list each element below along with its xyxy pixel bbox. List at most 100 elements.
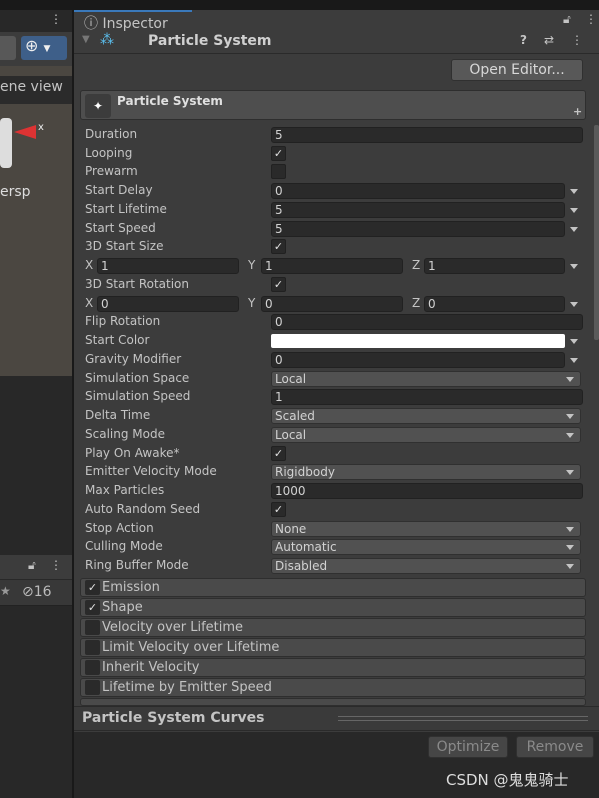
module-checkbox[interactable] xyxy=(85,640,100,655)
dropdown[interactable]: None xyxy=(271,520,581,537)
vector-y-field[interactable]: 1 xyxy=(261,258,403,275)
optimize-button[interactable]: Optimize xyxy=(428,736,508,758)
module-lifetime-by-emitter-speed[interactable]: Lifetime by Emitter Speed xyxy=(80,678,586,697)
open-editor-button[interactable]: Open Editor... xyxy=(451,59,583,81)
checkbox[interactable]: ✓ xyxy=(271,445,286,461)
dropdown[interactable]: Local xyxy=(271,370,581,387)
vector-z-field[interactable]: 1 xyxy=(424,258,565,275)
gizmo-toggle-button[interactable]: ⊕ ▼ xyxy=(21,36,67,60)
field-label: Start Color xyxy=(85,333,150,348)
curve-dropdown-icon[interactable] xyxy=(570,226,578,232)
more-menu-icon[interactable]: ⋮ xyxy=(50,12,62,26)
field-label: Gravity Modifier xyxy=(85,351,182,366)
module-emission[interactable]: ✓ Emission xyxy=(80,578,586,597)
module-title: Particle System xyxy=(117,94,223,108)
gizmo-cube[interactable] xyxy=(0,118,12,168)
scene-tab-bar: ⋮ xyxy=(0,10,72,32)
more-menu-icon[interactable]: ⋮ xyxy=(571,33,583,47)
more-menu-icon[interactable]: ⋮ xyxy=(585,12,597,26)
dropdown[interactable]: Scaled xyxy=(271,408,581,425)
vector-y-field[interactable]: 0 xyxy=(261,295,403,312)
drag-handle[interactable] xyxy=(338,716,588,721)
module-checkbox[interactable]: ✓ xyxy=(85,600,100,615)
module-label: Inherit Velocity xyxy=(102,660,200,675)
star-icon[interactable]: ★ xyxy=(0,584,11,598)
scrollbar-thumb[interactable] xyxy=(594,125,599,340)
curve-dropdown-icon[interactable] xyxy=(570,207,578,213)
dropdown[interactable]: Disabled xyxy=(271,558,581,575)
hidden-count[interactable]: ⊘16 xyxy=(22,584,52,600)
vector-z-field[interactable]: 0 xyxy=(424,295,565,312)
more-menu-icon[interactable]: ⋮ xyxy=(50,558,62,572)
main-module-header[interactable]: ✦ Particle System + xyxy=(80,90,586,120)
chevron-down-icon xyxy=(566,564,574,570)
lock-icon[interactable]: 🔓︎ xyxy=(28,558,36,573)
checkbox[interactable]: ✓ xyxy=(271,276,286,292)
number-field[interactable]: 5 xyxy=(271,220,565,237)
axis-label-y: Y xyxy=(248,295,256,310)
hierarchy-toolbar: ★ ⊘16 xyxy=(0,580,72,606)
module-inherit-velocity[interactable]: Inherit Velocity xyxy=(80,658,586,677)
module-velocity-over-lifetime[interactable]: Velocity over Lifetime xyxy=(80,618,586,637)
module-checkbox[interactable] xyxy=(85,620,100,635)
help-icon[interactable]: ? xyxy=(520,33,527,47)
module-checkbox[interactable] xyxy=(85,660,100,675)
module-checkbox[interactable] xyxy=(85,680,100,695)
module-partial[interactable] xyxy=(80,698,586,706)
module-label: Shape xyxy=(102,600,143,615)
dropdown[interactable]: Automatic xyxy=(271,539,581,556)
presets-icon[interactable]: ⇄ xyxy=(544,33,554,47)
curve-dropdown-icon[interactable] xyxy=(570,339,578,345)
color-swatch[interactable] xyxy=(271,334,565,349)
chevron-down-icon xyxy=(566,470,574,476)
curves-header[interactable]: Particle System Curves xyxy=(74,706,599,731)
checkbox[interactable] xyxy=(271,164,286,180)
curve-dropdown-icon[interactable] xyxy=(570,357,578,363)
field-label: Max Particles xyxy=(85,483,165,498)
field-label: 3D Start Size xyxy=(85,239,164,254)
module-shape[interactable]: ✓ Shape xyxy=(80,598,586,617)
vector-x-field[interactable]: 0 xyxy=(97,295,239,312)
watermark: CSDN @鬼鬼骑士 xyxy=(446,771,569,789)
axis-x-cone-icon[interactable] xyxy=(14,125,36,139)
text-field[interactable]: 5 xyxy=(271,127,583,143)
persp-label[interactable]: ersp xyxy=(0,184,31,200)
checkbox[interactable]: ✓ xyxy=(271,145,286,161)
number-field[interactable]: 0 xyxy=(271,351,565,368)
add-icon[interactable]: + xyxy=(573,105,582,118)
scene-view[interactable]: ene view x ersp xyxy=(0,66,72,376)
module-checkbox[interactable]: ✓ xyxy=(85,580,100,595)
vector-x-field[interactable]: 1 xyxy=(97,258,239,275)
hidden-count-value: 16 xyxy=(33,584,52,600)
lock-icon[interactable]: 🔓︎ xyxy=(563,12,571,27)
module-label: Lifetime by Emitter Speed xyxy=(102,680,272,695)
curve-dropdown-icon[interactable] xyxy=(570,264,578,270)
module-label: Velocity over Lifetime xyxy=(102,620,244,635)
component-title: Particle System xyxy=(148,33,272,49)
field-label: Play On Awake* xyxy=(85,445,180,460)
field-label: 3D Start Rotation xyxy=(85,276,190,291)
checkbox[interactable]: ✓ xyxy=(271,239,286,255)
checkbox[interactable]: ✓ xyxy=(271,501,286,517)
module-limit-velocity-over-lifetime[interactable]: Limit Velocity over Lifetime xyxy=(80,638,586,657)
number-field[interactable]: 5 xyxy=(271,201,565,218)
module-label: Emission xyxy=(102,580,160,595)
text-field[interactable]: 1 xyxy=(271,389,583,406)
curves-title: Particle System Curves xyxy=(82,710,265,726)
dropdown[interactable]: Local xyxy=(271,426,581,443)
text-field[interactable]: 0 xyxy=(271,314,583,331)
curve-dropdown-icon[interactable] xyxy=(570,189,578,195)
field-label: Prewarm xyxy=(85,164,138,179)
dropdown[interactable]: Rigidbody xyxy=(271,464,581,481)
toolbar-dropdown[interactable] xyxy=(0,36,16,60)
component-header[interactable]: ▼ ⁂ Particle System ? ⇄ ⋮ xyxy=(74,32,599,54)
chevron-down-icon xyxy=(566,526,574,532)
text-field[interactable]: 1000 xyxy=(271,483,583,500)
remove-button[interactable]: Remove xyxy=(516,736,594,758)
sparkle-icon: ✦ xyxy=(85,94,111,118)
axis-label-z: Z xyxy=(412,258,421,273)
tab-inspector[interactable]: ⓘ Inspector xyxy=(74,10,192,32)
curve-dropdown-icon[interactable] xyxy=(570,301,578,307)
number-field[interactable]: 0 xyxy=(271,183,565,200)
foldout-arrow-icon[interactable]: ▼ xyxy=(82,34,90,45)
